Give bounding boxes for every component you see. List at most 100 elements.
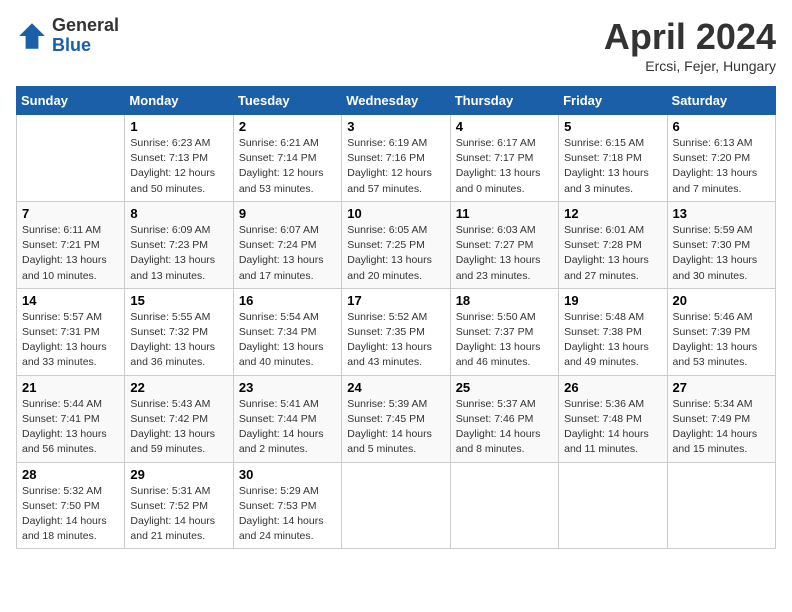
day-number: 29: [130, 467, 227, 482]
day-number: 16: [239, 293, 336, 308]
calendar-cell: 2 Sunrise: 6:21 AMSunset: 7:14 PMDaylight…: [233, 115, 341, 202]
column-header-friday: Friday: [559, 87, 667, 115]
day-info: Sunrise: 5:29 AMSunset: 7:53 PMDaylight:…: [239, 484, 336, 545]
day-number: 10: [347, 206, 444, 221]
calendar-cell: 21 Sunrise: 5:44 AMSunset: 7:41 PMDayligh…: [17, 375, 125, 462]
column-header-monday: Monday: [125, 87, 233, 115]
calendar-week-5: 28 Sunrise: 5:32 AMSunset: 7:50 PMDayligh…: [17, 462, 776, 549]
logo-general: General: [52, 16, 119, 36]
calendar-cell: 23Sunrise: 5:41 AMSunset: 7:44 PMDayligh…: [233, 375, 341, 462]
day-info: Sunrise: 6:09 AMSunset: 7:23 PMDaylight:…: [130, 223, 227, 284]
day-number: 13: [673, 206, 770, 221]
calendar-cell: 8 Sunrise: 6:09 AMSunset: 7:23 PMDaylight…: [125, 201, 233, 288]
day-info: Sunrise: 5:57 AMSunset: 7:31 PMDaylight:…: [22, 310, 119, 371]
calendar-cell: 30 Sunrise: 5:29 AMSunset: 7:53 PMDayligh…: [233, 462, 341, 549]
calendar-cell: 29 Sunrise: 5:31 AMSunset: 7:52 PMDayligh…: [125, 462, 233, 549]
day-info: Sunrise: 5:54 AMSunset: 7:34 PMDaylight:…: [239, 310, 336, 371]
day-number: 30: [239, 467, 336, 482]
day-number: 24: [347, 380, 444, 395]
day-info: Sunrise: 5:41 AMSunset: 7:44 PMDaylight:…: [239, 397, 336, 458]
day-number: 28: [22, 467, 119, 482]
calendar-cell: 7 Sunrise: 6:11 AMSunset: 7:21 PMDaylight…: [17, 201, 125, 288]
page-header: General Blue April 2024 Ercsi, Fejer, Hu…: [16, 16, 776, 74]
day-number: 12: [564, 206, 661, 221]
location-subtitle: Ercsi, Fejer, Hungary: [604, 58, 776, 74]
day-number: 3: [347, 119, 444, 134]
day-number: 1: [130, 119, 227, 134]
day-number: 26: [564, 380, 661, 395]
day-info: Sunrise: 5:44 AMSunset: 7:41 PMDaylight:…: [22, 397, 119, 458]
calendar-week-3: 14 Sunrise: 5:57 AMSunset: 7:31 PMDayligh…: [17, 288, 776, 375]
calendar-cell: 28 Sunrise: 5:32 AMSunset: 7:50 PMDayligh…: [17, 462, 125, 549]
day-number: 8: [130, 206, 227, 221]
calendar-cell: 17Sunrise: 5:52 AMSunset: 7:35 PMDayligh…: [342, 288, 450, 375]
calendar-cell: [450, 462, 558, 549]
day-number: 27: [673, 380, 770, 395]
calendar-cell: 25Sunrise: 5:37 AMSunset: 7:46 PMDayligh…: [450, 375, 558, 462]
day-number: 11: [456, 206, 553, 221]
day-number: 2: [239, 119, 336, 134]
day-info: Sunrise: 5:36 AMSunset: 7:48 PMDaylight:…: [564, 397, 661, 458]
day-info: Sunrise: 5:31 AMSunset: 7:52 PMDaylight:…: [130, 484, 227, 545]
calendar-cell: 15Sunrise: 5:55 AMSunset: 7:32 PMDayligh…: [125, 288, 233, 375]
calendar-cell: 11Sunrise: 6:03 AMSunset: 7:27 PMDayligh…: [450, 201, 558, 288]
day-info: Sunrise: 6:23 AMSunset: 7:13 PMDaylight:…: [130, 136, 227, 197]
column-header-wednesday: Wednesday: [342, 87, 450, 115]
day-info: Sunrise: 6:15 AMSunset: 7:18 PMDaylight:…: [564, 136, 661, 197]
day-number: 5: [564, 119, 661, 134]
logo-icon: [16, 20, 48, 52]
day-number: 6: [673, 119, 770, 134]
calendar-cell: 19 Sunrise: 5:48 AMSunset: 7:38 PMDayligh…: [559, 288, 667, 375]
column-header-saturday: Saturday: [667, 87, 775, 115]
day-info: Sunrise: 6:07 AMSunset: 7:24 PMDaylight:…: [239, 223, 336, 284]
day-info: Sunrise: 6:01 AMSunset: 7:28 PMDaylight:…: [564, 223, 661, 284]
day-info: Sunrise: 6:21 AMSunset: 7:14 PMDaylight:…: [239, 136, 336, 197]
calendar-cell: [559, 462, 667, 549]
day-number: 14: [22, 293, 119, 308]
calendar-cell: 18Sunrise: 5:50 AMSunset: 7:37 PMDayligh…: [450, 288, 558, 375]
calendar-week-4: 21 Sunrise: 5:44 AMSunset: 7:41 PMDayligh…: [17, 375, 776, 462]
day-info: Sunrise: 5:48 AMSunset: 7:38 PMDaylight:…: [564, 310, 661, 371]
day-number: 9: [239, 206, 336, 221]
day-info: Sunrise: 5:39 AMSunset: 7:45 PMDaylight:…: [347, 397, 444, 458]
day-number: 20: [673, 293, 770, 308]
day-number: 22: [130, 380, 227, 395]
day-info: Sunrise: 5:59 AMSunset: 7:30 PMDaylight:…: [673, 223, 770, 284]
day-info: Sunrise: 5:32 AMSunset: 7:50 PMDaylight:…: [22, 484, 119, 545]
calendar-cell: 1 Sunrise: 6:23 AMSunset: 7:13 PMDaylight…: [125, 115, 233, 202]
calendar-cell: 16 Sunrise: 5:54 AMSunset: 7:34 PMDayligh…: [233, 288, 341, 375]
day-info: Sunrise: 5:52 AMSunset: 7:35 PMDaylight:…: [347, 310, 444, 371]
header-row: SundayMondayTuesdayWednesdayThursdayFrid…: [17, 87, 776, 115]
day-info: Sunrise: 6:17 AMSunset: 7:17 PMDaylight:…: [456, 136, 553, 197]
day-number: 21: [22, 380, 119, 395]
day-info: Sunrise: 5:37 AMSunset: 7:46 PMDaylight:…: [456, 397, 553, 458]
calendar-cell: 3 Sunrise: 6:19 AMSunset: 7:16 PMDaylight…: [342, 115, 450, 202]
month-title: April 2024: [604, 16, 776, 58]
calendar-cell: 9 Sunrise: 6:07 AMSunset: 7:24 PMDaylight…: [233, 201, 341, 288]
calendar-week-1: 1 Sunrise: 6:23 AMSunset: 7:13 PMDaylight…: [17, 115, 776, 202]
calendar-week-2: 7 Sunrise: 6:11 AMSunset: 7:21 PMDaylight…: [17, 201, 776, 288]
day-info: Sunrise: 5:43 AMSunset: 7:42 PMDaylight:…: [130, 397, 227, 458]
calendar-cell: [17, 115, 125, 202]
column-header-thursday: Thursday: [450, 87, 558, 115]
calendar-cell: 22 Sunrise: 5:43 AMSunset: 7:42 PMDayligh…: [125, 375, 233, 462]
day-number: 7: [22, 206, 119, 221]
day-number: 4: [456, 119, 553, 134]
day-info: Sunrise: 6:19 AMSunset: 7:16 PMDaylight:…: [347, 136, 444, 197]
day-info: Sunrise: 6:11 AMSunset: 7:21 PMDaylight:…: [22, 223, 119, 284]
calendar-cell: 12 Sunrise: 6:01 AMSunset: 7:28 PMDayligh…: [559, 201, 667, 288]
calendar-cell: 27 Sunrise: 5:34 AMSunset: 7:49 PMDayligh…: [667, 375, 775, 462]
calendar-cell: 13 Sunrise: 5:59 AMSunset: 7:30 PMDayligh…: [667, 201, 775, 288]
day-info: Sunrise: 5:34 AMSunset: 7:49 PMDaylight:…: [673, 397, 770, 458]
calendar-cell: [342, 462, 450, 549]
logo-text: General Blue: [52, 16, 119, 56]
day-info: Sunrise: 6:05 AMSunset: 7:25 PMDaylight:…: [347, 223, 444, 284]
day-number: 15: [130, 293, 227, 308]
day-number: 19: [564, 293, 661, 308]
title-block: April 2024 Ercsi, Fejer, Hungary: [604, 16, 776, 74]
calendar-cell: 6Sunrise: 6:13 AMSunset: 7:20 PMDaylight…: [667, 115, 775, 202]
calendar-cell: 24 Sunrise: 5:39 AMSunset: 7:45 PMDayligh…: [342, 375, 450, 462]
calendar-cell: 4 Sunrise: 6:17 AMSunset: 7:17 PMDaylight…: [450, 115, 558, 202]
day-info: Sunrise: 5:50 AMSunset: 7:37 PMDaylight:…: [456, 310, 553, 371]
logo: General Blue: [16, 16, 119, 56]
